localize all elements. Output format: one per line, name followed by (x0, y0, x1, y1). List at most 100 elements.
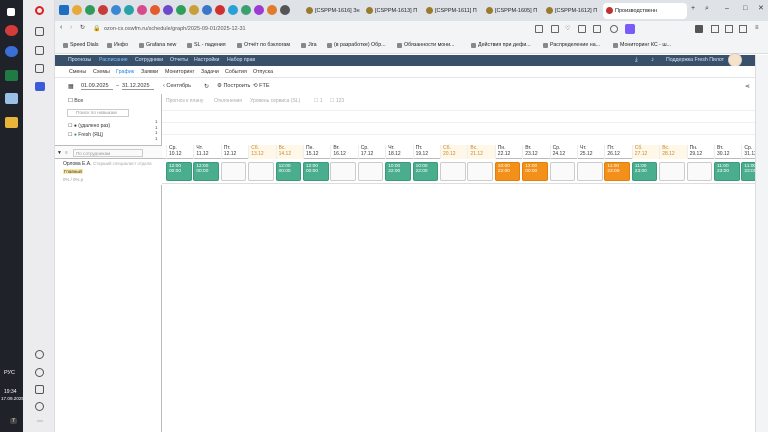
pinned-tab-icon[interactable] (215, 5, 225, 15)
shift-cell[interactable] (686, 162, 713, 181)
shift-cell[interactable]: 10:00 22:00 (412, 162, 439, 181)
close-icon[interactable]: ✕ (758, 4, 764, 12)
menu-icon[interactable]: ≡ (755, 25, 759, 31)
bookmark-backlog[interactable]: Отчёт по бэклогам (237, 42, 290, 48)
shift-cell[interactable] (357, 162, 384, 181)
date-to-field[interactable]: 31.12.2025 (122, 83, 154, 90)
sort-icon[interactable]: ≡ (65, 150, 68, 156)
subnav-vacations[interactable]: Отпуска (253, 69, 273, 75)
subnav-requests[interactable]: Заявки (141, 69, 158, 75)
vpn-icon[interactable] (578, 25, 586, 33)
bookmark-sl[interactable]: SL - падения (187, 42, 226, 48)
share-icon[interactable]: ⋖ (745, 83, 750, 90)
chrome-icon[interactable] (5, 46, 18, 57)
pinned-tab-icon[interactable] (189, 5, 199, 15)
key-icon[interactable] (535, 25, 543, 33)
subnav-monitoring[interactable]: Мониторинг (165, 69, 194, 75)
maximize-icon[interactable]: □ (743, 5, 747, 12)
pinboard-icon[interactable] (35, 64, 44, 73)
shift-cell[interactable] (220, 162, 247, 181)
nav-settings[interactable]: Настройки (194, 57, 219, 63)
subnav-graph[interactable]: График (116, 69, 134, 75)
wallet-icon[interactable] (711, 25, 719, 33)
shift-cell[interactable]: 11:00 23:00 (631, 162, 658, 181)
tab-sl[interactable]: Уровень сервиса (SL) (250, 98, 300, 104)
shift-cell[interactable] (248, 162, 274, 181)
bookmark-jira[interactable]: Jira (301, 42, 317, 48)
bookmark-speed-dials[interactable]: Speed Dials (63, 42, 99, 48)
shift-cell[interactable]: 10:00 22:00 (494, 162, 521, 181)
subnav-events[interactable]: События (225, 69, 247, 75)
shift-cell[interactable]: 11:00 23:00 (714, 162, 740, 181)
pinned-tab-icon[interactable] (176, 5, 186, 15)
shift-cell[interactable]: 11:00 23:00 (604, 162, 630, 181)
pinned-tab-icon[interactable] (111, 5, 121, 15)
bookmark-distribution[interactable]: Распределение на... (543, 42, 600, 48)
shift-cell[interactable]: 12:00 00:00 (166, 162, 192, 181)
checkbox-1[interactable]: ☐ 1 (314, 98, 323, 104)
nav-employees[interactable]: Сотрудники (135, 57, 163, 63)
checkbox-2[interactable]: ☐ 123 (330, 98, 344, 104)
minimize-icon[interactable]: – (725, 5, 729, 12)
pinned-tab-icon[interactable] (72, 5, 82, 15)
player-icon[interactable] (35, 82, 45, 91)
nav-reports[interactable]: Отчеты (170, 57, 188, 63)
pinned-tab-icon[interactable] (254, 5, 264, 15)
user-avatar[interactable] (728, 53, 742, 67)
nav-forecasts[interactable]: Прогнозы (68, 57, 91, 63)
filter-icon[interactable]: ▼ (57, 150, 62, 156)
extensions-icon[interactable] (695, 25, 703, 33)
notification-count[interactable]: 7 (10, 418, 17, 424)
windows-start-icon[interactable] (7, 8, 15, 16)
skill-search-input[interactable]: Поиск по навыкам (67, 109, 129, 117)
all-checkbox[interactable]: ☐ Все (68, 98, 83, 104)
pinned-tab-icon[interactable] (280, 5, 290, 15)
extension-icon[interactable] (625, 24, 635, 34)
opera-icon[interactable] (5, 25, 18, 36)
support-link[interactable]: Поддержка Fresh Пилот (666, 57, 724, 63)
bookmark-monitoring[interactable]: Мониторинг КС - ш... (613, 42, 671, 48)
nav-schedule[interactable]: Расписание (99, 57, 128, 63)
skill-item-2[interactable]: ☐ ● Fresh (ЯЦ) (68, 132, 103, 138)
bookmark-icon[interactable]: ♡ (565, 25, 570, 32)
shift-cell[interactable]: 12:00 00:00 (522, 162, 548, 181)
notes-icon[interactable] (5, 93, 18, 104)
settings-icon[interactable] (35, 402, 44, 411)
shift-cell[interactable]: 12:00 00:00 (303, 162, 329, 181)
tab-active[interactable]: Производственн (603, 3, 687, 19)
pinned-tab-icon[interactable] (202, 5, 212, 15)
opera-menu-icon[interactable] (35, 6, 44, 15)
subnav-tasks[interactable]: Задачи (201, 69, 219, 75)
download-icon[interactable]: ⤓ (635, 57, 638, 64)
shift-cell[interactable]: 12:00 00:00 (275, 162, 302, 181)
month-selector[interactable]: ‹ Сентябрь (163, 83, 191, 89)
heart-icon[interactable] (35, 350, 44, 359)
subnav-schemes[interactable]: Схемы (93, 69, 110, 75)
shift-cell[interactable] (467, 162, 493, 181)
shift-cell[interactable] (659, 162, 685, 181)
skill-item-1[interactable]: ☐ ● (удалено раз) (68, 123, 110, 129)
tab-forecast[interactable]: Прогноз к плану (166, 98, 203, 104)
pinned-tab-icon[interactable] (137, 5, 147, 15)
build-button[interactable]: ⚙ Построить (217, 83, 250, 89)
shift-cell[interactable]: 12:00 00:00 (193, 162, 219, 181)
downloads-icon[interactable] (35, 385, 44, 394)
fte-toggle[interactable]: ⟲ FTE (253, 83, 270, 89)
nav-permissions[interactable]: Набор прав (227, 57, 255, 63)
tab-deviation[interactable]: Отклонения (214, 98, 242, 104)
employee-row[interactable]: Орлова Е.А. Старший специалист отдела Гл… (55, 159, 162, 185)
language-indicator[interactable]: РУС (4, 370, 15, 376)
pinned-tab-icon[interactable] (267, 5, 277, 15)
pinned-tab-icon[interactable] (98, 5, 108, 15)
shift-cell[interactable] (440, 162, 466, 181)
pinned-tab-icon[interactable] (85, 5, 95, 15)
reload-icon[interactable]: ↻ (80, 24, 85, 31)
shift-cell[interactable] (330, 162, 356, 181)
pinned-tab-icon[interactable] (124, 5, 134, 15)
aria-icon[interactable] (35, 46, 44, 55)
snapshot-icon[interactable] (725, 25, 733, 33)
pinned-tab-icon[interactable] (150, 5, 160, 15)
bookmark-actions[interactable]: Действия при дефи... (471, 42, 531, 48)
forward-icon[interactable]: › (70, 24, 72, 31)
profile-icon[interactable] (610, 25, 618, 33)
